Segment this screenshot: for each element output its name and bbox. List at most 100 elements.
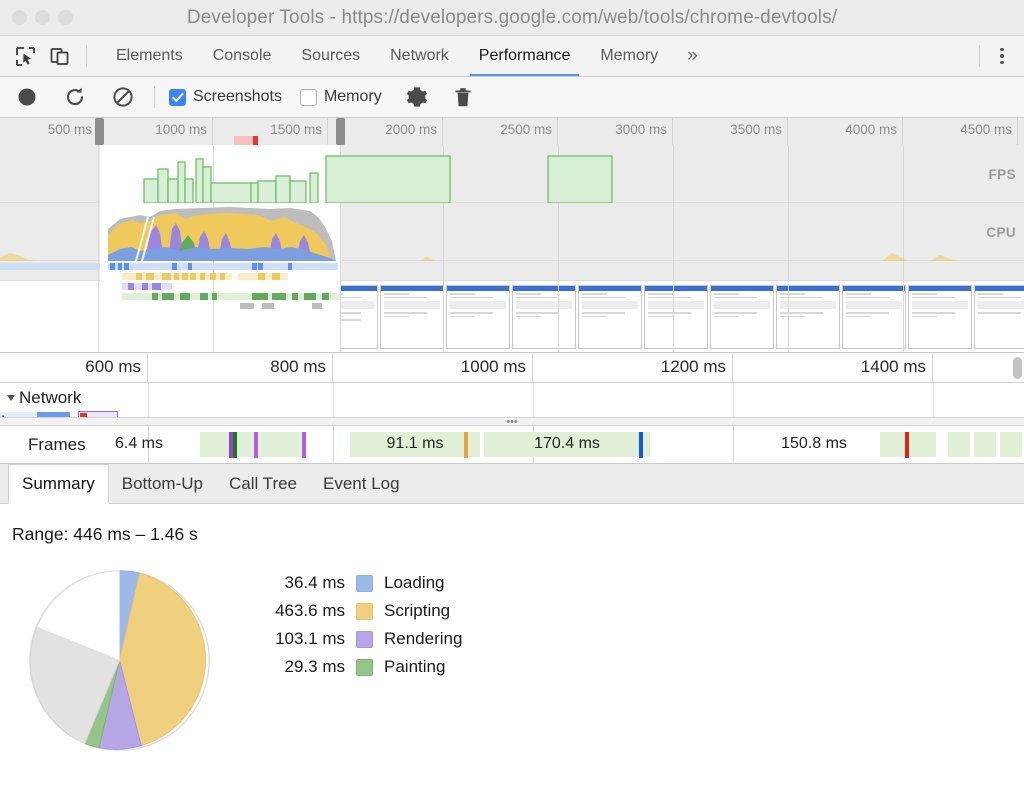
legend-value: 103.1 ms bbox=[233, 629, 345, 649]
legend-swatch-loading bbox=[356, 575, 373, 592]
more-tabs-icon[interactable]: » bbox=[673, 45, 712, 67]
tabbar-right-controls bbox=[971, 42, 1024, 70]
frame-block[interactable]: 150.8 ms bbox=[754, 432, 874, 457]
frame-marker bbox=[639, 432, 643, 458]
memory-checkbox-box[interactable] bbox=[300, 89, 317, 106]
tab-call-tree[interactable]: Call Tree bbox=[216, 464, 310, 503]
clear-recording-icon[interactable] bbox=[106, 80, 140, 114]
screenshots-checkbox[interactable]: Screenshots bbox=[169, 88, 282, 106]
legend-item[interactable]: 36.4 ms Loading bbox=[233, 569, 462, 597]
overview-ruler[interactable]: 500 ms 1000 ms 1500 ms 2000 ms 2500 ms 3… bbox=[0, 118, 1024, 145]
detail-tick-label: 800 ms bbox=[270, 357, 326, 377]
tab-sources[interactable]: Sources bbox=[286, 36, 375, 76]
devtools-window: Developer Tools - https://developers.goo… bbox=[0, 0, 1024, 801]
window-title: Developer Tools - https://developers.goo… bbox=[0, 7, 1024, 29]
tab-summary[interactable]: Summary bbox=[8, 464, 109, 504]
cpu-graph bbox=[0, 203, 1024, 261]
detail-tick-label: 600 ms bbox=[85, 357, 141, 377]
overview-tick-label: 500 ms bbox=[48, 122, 92, 137]
overview-graphs[interactable]: FPS CPU NET bbox=[0, 145, 1024, 352]
panel-resizer[interactable]: ••• bbox=[0, 417, 1024, 426]
detail-tabs: Summary Bottom-Up Call Tree Event Log bbox=[0, 464, 1024, 504]
legend-item[interactable]: 103.1 ms Rendering bbox=[233, 625, 462, 653]
legend-label: Loading bbox=[384, 573, 445, 593]
screenshots-label: Screenshots bbox=[193, 88, 282, 106]
network-section-label: Network bbox=[19, 388, 81, 408]
tab-event-log[interactable]: Event Log bbox=[310, 464, 413, 503]
tab-performance[interactable]: Performance bbox=[464, 36, 586, 76]
record-toolbar: Screenshots Memory bbox=[0, 77, 1024, 118]
legend-label: Scripting bbox=[384, 601, 450, 621]
overview-tick-label: 1000 ms bbox=[155, 122, 207, 137]
net-graph bbox=[0, 261, 1024, 309]
legend-label: Rendering bbox=[384, 629, 462, 649]
tab-elements[interactable]: Elements bbox=[101, 36, 198, 76]
frame-marker bbox=[302, 432, 306, 458]
selection-handle-right[interactable] bbox=[336, 118, 345, 145]
trash-icon[interactable] bbox=[446, 80, 480, 114]
flame-chart-area[interactable]: Network deve... devsit... ••• bbox=[0, 383, 1024, 426]
detail-tick-label: 1000 ms bbox=[461, 357, 526, 377]
frame-duration: 170.4 ms bbox=[484, 435, 650, 453]
frame-block[interactable] bbox=[948, 432, 970, 457]
window-titlebar: Developer Tools - https://developers.goo… bbox=[0, 0, 1024, 36]
chevron-down-icon bbox=[7, 395, 15, 401]
frame-block[interactable] bbox=[1000, 432, 1022, 457]
tab-console[interactable]: Console bbox=[198, 36, 287, 76]
frame-block[interactable]: 170.4 ms bbox=[484, 432, 650, 457]
record-toolbar-divider bbox=[154, 86, 155, 108]
tab-network[interactable]: Network bbox=[375, 36, 464, 76]
frame-duration: 91.1 ms bbox=[350, 435, 480, 453]
legend-value: 463.6 ms bbox=[233, 601, 345, 621]
frames-divider bbox=[733, 426, 734, 463]
tab-memory[interactable]: Memory bbox=[585, 36, 673, 76]
selection-handle-left[interactable] bbox=[95, 118, 104, 145]
frame-duration: 150.8 ms bbox=[754, 435, 874, 453]
reload-and-profile-icon[interactable] bbox=[58, 80, 92, 114]
network-section-header[interactable]: Network bbox=[8, 388, 81, 408]
detail-tick-label: 1400 ms bbox=[861, 357, 926, 377]
fps-graph bbox=[0, 145, 1024, 203]
frame-duration: 6.4 ms bbox=[100, 435, 178, 453]
tabbar-divider bbox=[979, 45, 980, 67]
frames-divider bbox=[333, 426, 334, 463]
frame-block[interactable]: 6.4 ms bbox=[100, 432, 178, 457]
summary-pie-chart[interactable] bbox=[12, 569, 227, 758]
panel-tabs: Elements Console Sources Network Perform… bbox=[101, 36, 712, 76]
screenshots-checkbox-box[interactable] bbox=[169, 89, 186, 106]
record-icon[interactable] bbox=[10, 80, 44, 114]
memory-checkbox[interactable]: Memory bbox=[300, 88, 382, 106]
summary-legend: 36.4 ms Loading 463.6 ms Scripting 103.1… bbox=[233, 569, 462, 681]
frame-marker bbox=[233, 432, 237, 458]
memory-label: Memory bbox=[324, 88, 382, 106]
summary-pane: Range: 446 ms – 1.46 s bbox=[0, 504, 1024, 801]
detail-timeline-ruler[interactable]: 600 ms 800 ms 1000 ms 1200 ms 1400 ms bbox=[0, 353, 1024, 383]
legend-swatch-painting bbox=[356, 659, 373, 676]
frame-block[interactable] bbox=[974, 432, 996, 457]
overflow-menu-icon[interactable] bbox=[988, 42, 1016, 70]
overview-tick-label: 1500 ms bbox=[270, 122, 322, 137]
frame-block[interactable] bbox=[200, 432, 304, 457]
summary-body: 36.4 ms Loading 463.6 ms Scripting 103.1… bbox=[12, 569, 1024, 758]
frames-strip[interactable]: Frames 6.4 ms 91.1 ms 170.4 ms 150.8 ms bbox=[0, 426, 1024, 464]
gear-icon[interactable] bbox=[400, 80, 434, 114]
devtools-tool-icons bbox=[0, 41, 101, 71]
toolbar-divider bbox=[86, 45, 87, 67]
timeline-overview[interactable]: 500 ms 1000 ms 1500 ms 2000 ms 2500 ms 3… bbox=[0, 118, 1024, 353]
overview-tick-label: 2500 ms bbox=[500, 122, 552, 137]
panel-tabbar: Elements Console Sources Network Perform… bbox=[0, 36, 1024, 77]
legend-item[interactable]: 29.3 ms Painting bbox=[233, 653, 462, 681]
frame-marker bbox=[464, 432, 468, 458]
overview-tick-label: 4500 ms bbox=[960, 122, 1012, 137]
frame-block[interactable]: 91.1 ms bbox=[350, 432, 480, 457]
legend-item[interactable]: 463.6 ms Scripting bbox=[233, 597, 462, 625]
legend-swatch-rendering bbox=[356, 631, 373, 648]
tab-bottom-up[interactable]: Bottom-Up bbox=[109, 464, 216, 503]
overview-tick-label: 3000 ms bbox=[615, 122, 667, 137]
legend-swatch-scripting bbox=[356, 603, 373, 620]
device-toolbar-icon[interactable] bbox=[44, 41, 74, 71]
vertical-scrollbar-thumb[interactable] bbox=[1013, 357, 1022, 379]
inspect-element-icon[interactable] bbox=[10, 41, 40, 71]
frames-label: Frames bbox=[28, 435, 86, 455]
frame-marker bbox=[905, 432, 909, 458]
